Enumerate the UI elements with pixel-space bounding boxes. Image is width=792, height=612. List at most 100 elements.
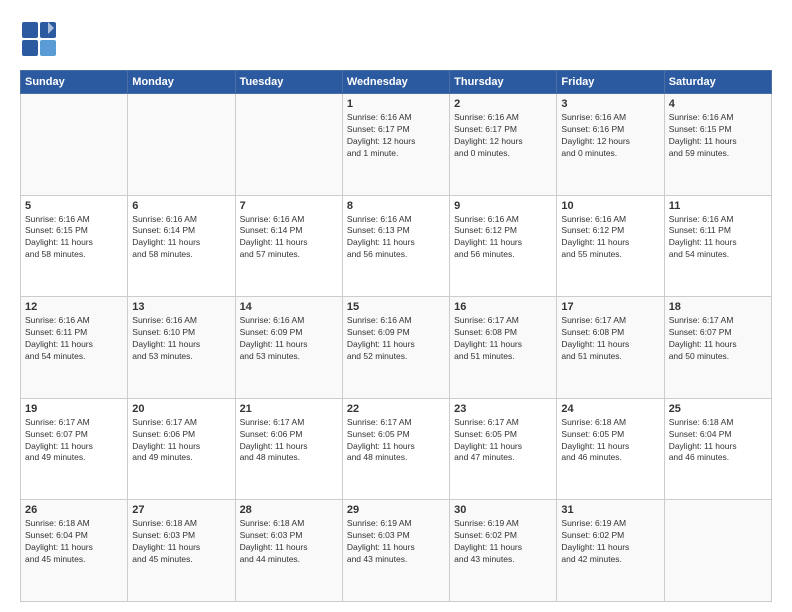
calendar-table: SundayMondayTuesdayWednesdayThursdayFrid…	[20, 70, 772, 602]
day-number: 10	[561, 200, 659, 212]
day-info: Sunrise: 6:16 AM Sunset: 6:16 PM Dayligh…	[561, 112, 659, 160]
day-cell: 10 Sunrise: 6:16 AM Sunset: 6:12 PM Dayli…	[557, 195, 664, 297]
day-cell: 4 Sunrise: 6:16 AM Sunset: 6:15 PM Daylig…	[664, 94, 771, 196]
day-number: 11	[669, 200, 767, 212]
day-cell: 17 Sunrise: 6:17 AM Sunset: 6:08 PM Dayli…	[557, 297, 664, 399]
header	[20, 20, 772, 58]
day-cell	[664, 500, 771, 602]
day-number: 4	[669, 98, 767, 110]
day-info: Sunrise: 6:17 AM Sunset: 6:05 PM Dayligh…	[454, 417, 552, 465]
day-number: 29	[347, 504, 445, 516]
day-info: Sunrise: 6:16 AM Sunset: 6:12 PM Dayligh…	[454, 214, 552, 262]
logo	[20, 20, 62, 58]
day-number: 28	[240, 504, 338, 516]
day-number: 12	[25, 301, 123, 313]
week-row-4: 26Sunrise: 6:18 AM Sunset: 6:04 PM Dayli…	[21, 500, 772, 602]
col-header-friday: Friday	[557, 71, 664, 94]
day-info: Sunrise: 6:16 AM Sunset: 6:15 PM Dayligh…	[669, 112, 767, 160]
day-info: Sunrise: 6:19 AM Sunset: 6:02 PM Dayligh…	[454, 518, 552, 566]
day-number: 23	[454, 403, 552, 415]
day-number: 17	[561, 301, 659, 313]
day-cell: 13 Sunrise: 6:16 AM Sunset: 6:10 PM Dayli…	[128, 297, 235, 399]
day-number: 9	[454, 200, 552, 212]
day-info: Sunrise: 6:17 AM Sunset: 6:06 PM Dayligh…	[240, 417, 338, 465]
day-info: Sunrise: 6:16 AM Sunset: 6:11 PM Dayligh…	[669, 214, 767, 262]
day-info: Sunrise: 6:16 AM Sunset: 6:15 PM Dayligh…	[25, 214, 123, 262]
day-number: 13	[132, 301, 230, 313]
day-info: Sunrise: 6:16 AM Sunset: 6:12 PM Dayligh…	[561, 214, 659, 262]
day-info: Sunrise: 6:17 AM Sunset: 6:06 PM Dayligh…	[132, 417, 230, 465]
day-cell	[235, 94, 342, 196]
day-cell: 23 Sunrise: 6:17 AM Sunset: 6:05 PM Dayli…	[450, 398, 557, 500]
day-cell: 29Sunrise: 6:19 AM Sunset: 6:03 PM Dayli…	[342, 500, 449, 602]
day-info: Sunrise: 6:16 AM Sunset: 6:09 PM Dayligh…	[240, 315, 338, 363]
day-number: 7	[240, 200, 338, 212]
day-cell: 6 Sunrise: 6:16 AM Sunset: 6:14 PM Daylig…	[128, 195, 235, 297]
col-header-tuesday: Tuesday	[235, 71, 342, 94]
day-cell: 8 Sunrise: 6:16 AM Sunset: 6:13 PM Daylig…	[342, 195, 449, 297]
day-number: 6	[132, 200, 230, 212]
day-number: 24	[561, 403, 659, 415]
day-number: 3	[561, 98, 659, 110]
day-cell: 14 Sunrise: 6:16 AM Sunset: 6:09 PM Dayli…	[235, 297, 342, 399]
day-cell: 1Sunrise: 6:16 AM Sunset: 6:17 PM Daylig…	[342, 94, 449, 196]
day-cell: 9 Sunrise: 6:16 AM Sunset: 6:12 PM Daylig…	[450, 195, 557, 297]
day-info: Sunrise: 6:17 AM Sunset: 6:07 PM Dayligh…	[669, 315, 767, 363]
day-cell: 24Sunrise: 6:18 AM Sunset: 6:05 PM Dayli…	[557, 398, 664, 500]
day-info: Sunrise: 6:18 AM Sunset: 6:03 PM Dayligh…	[132, 518, 230, 566]
day-info: Sunrise: 6:18 AM Sunset: 6:03 PM Dayligh…	[240, 518, 338, 566]
col-header-wednesday: Wednesday	[342, 71, 449, 94]
day-number: 25	[669, 403, 767, 415]
day-info: Sunrise: 6:16 AM Sunset: 6:11 PM Dayligh…	[25, 315, 123, 363]
week-row-3: 19Sunrise: 6:17 AM Sunset: 6:07 PM Dayli…	[21, 398, 772, 500]
day-info: Sunrise: 6:18 AM Sunset: 6:04 PM Dayligh…	[25, 518, 123, 566]
day-cell: 15Sunrise: 6:16 AM Sunset: 6:09 PM Dayli…	[342, 297, 449, 399]
day-number: 16	[454, 301, 552, 313]
day-number: 30	[454, 504, 552, 516]
day-number: 20	[132, 403, 230, 415]
day-info: Sunrise: 6:17 AM Sunset: 6:08 PM Dayligh…	[454, 315, 552, 363]
col-header-monday: Monday	[128, 71, 235, 94]
day-cell: 11 Sunrise: 6:16 AM Sunset: 6:11 PM Dayli…	[664, 195, 771, 297]
day-cell: 19Sunrise: 6:17 AM Sunset: 6:07 PM Dayli…	[21, 398, 128, 500]
day-info: Sunrise: 6:17 AM Sunset: 6:07 PM Dayligh…	[25, 417, 123, 465]
day-cell: 21 Sunrise: 6:17 AM Sunset: 6:06 PM Dayli…	[235, 398, 342, 500]
day-cell: 30 Sunrise: 6:19 AM Sunset: 6:02 PM Dayli…	[450, 500, 557, 602]
day-info: Sunrise: 6:16 AM Sunset: 6:17 PM Dayligh…	[454, 112, 552, 160]
day-number: 14	[240, 301, 338, 313]
day-cell: 7 Sunrise: 6:16 AM Sunset: 6:14 PM Daylig…	[235, 195, 342, 297]
day-number: 21	[240, 403, 338, 415]
day-number: 18	[669, 301, 767, 313]
day-cell: 27 Sunrise: 6:18 AM Sunset: 6:03 PM Dayli…	[128, 500, 235, 602]
day-cell	[21, 94, 128, 196]
day-cell: 12 Sunrise: 6:16 AM Sunset: 6:11 PM Dayli…	[21, 297, 128, 399]
day-cell: 16 Sunrise: 6:17 AM Sunset: 6:08 PM Dayli…	[450, 297, 557, 399]
week-row-0: 1Sunrise: 6:16 AM Sunset: 6:17 PM Daylig…	[21, 94, 772, 196]
logo-icon	[20, 20, 58, 58]
day-cell: 26Sunrise: 6:18 AM Sunset: 6:04 PM Dayli…	[21, 500, 128, 602]
day-info: Sunrise: 6:16 AM Sunset: 6:14 PM Dayligh…	[132, 214, 230, 262]
day-info: Sunrise: 6:16 AM Sunset: 6:10 PM Dayligh…	[132, 315, 230, 363]
day-info: Sunrise: 6:17 AM Sunset: 6:05 PM Dayligh…	[347, 417, 445, 465]
day-cell: 22Sunrise: 6:17 AM Sunset: 6:05 PM Dayli…	[342, 398, 449, 500]
day-info: Sunrise: 6:17 AM Sunset: 6:08 PM Dayligh…	[561, 315, 659, 363]
col-header-saturday: Saturday	[664, 71, 771, 94]
day-info: Sunrise: 6:16 AM Sunset: 6:13 PM Dayligh…	[347, 214, 445, 262]
day-cell: 31Sunrise: 6:19 AM Sunset: 6:02 PM Dayli…	[557, 500, 664, 602]
day-number: 27	[132, 504, 230, 516]
day-number: 2	[454, 98, 552, 110]
day-number: 8	[347, 200, 445, 212]
day-info: Sunrise: 6:16 AM Sunset: 6:17 PM Dayligh…	[347, 112, 445, 160]
day-cell: 2 Sunrise: 6:16 AM Sunset: 6:17 PM Daylig…	[450, 94, 557, 196]
day-cell: 5Sunrise: 6:16 AM Sunset: 6:15 PM Daylig…	[21, 195, 128, 297]
day-cell: 20 Sunrise: 6:17 AM Sunset: 6:06 PM Dayli…	[128, 398, 235, 500]
day-cell: 25 Sunrise: 6:18 AM Sunset: 6:04 PM Dayli…	[664, 398, 771, 500]
day-number: 31	[561, 504, 659, 516]
week-row-2: 12 Sunrise: 6:16 AM Sunset: 6:11 PM Dayli…	[21, 297, 772, 399]
day-info: Sunrise: 6:16 AM Sunset: 6:14 PM Dayligh…	[240, 214, 338, 262]
day-info: Sunrise: 6:18 AM Sunset: 6:04 PM Dayligh…	[669, 417, 767, 465]
col-header-thursday: Thursday	[450, 71, 557, 94]
day-number: 15	[347, 301, 445, 313]
day-cell: 28 Sunrise: 6:18 AM Sunset: 6:03 PM Dayli…	[235, 500, 342, 602]
calendar-header-row: SundayMondayTuesdayWednesdayThursdayFrid…	[21, 71, 772, 94]
